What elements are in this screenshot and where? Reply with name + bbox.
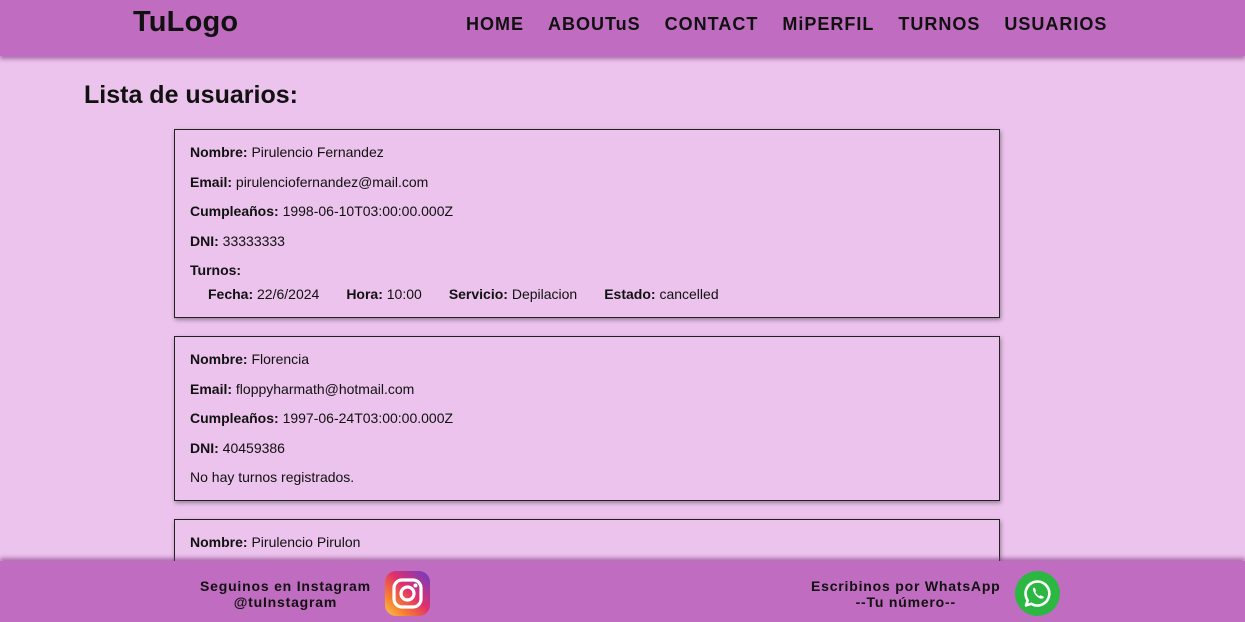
email-label: Email: [190, 380, 233, 397]
servicio-label: Servicio: [448, 286, 508, 302]
instagram-text: Seguinos en Instagram @tuInstagram [200, 578, 371, 610]
instagram-handle[interactable]: @tuInstagram [200, 594, 371, 610]
whatsapp-number[interactable]: --Tu número-- [811, 594, 1001, 610]
site-header: TuLogo HOME ABOUTuS CONTACT MiPERFIL TUR… [0, 0, 1245, 56]
turno-row: Fecha: 22/6/2024 Hora: 10:00 Servicio: D… [190, 286, 984, 303]
email-value: pirulenciofernandez@mail.com [235, 173, 429, 190]
hora-label: Hora: [346, 286, 383, 302]
nombre-label: Nombre: [190, 534, 248, 550]
main-nav: HOME ABOUTuS CONTACT MiPERFIL TURNOS USU… [466, 14, 1107, 35]
turno-hora: Hora: 10:00 [346, 286, 422, 303]
nav-miperfil[interactable]: MiPERFIL [782, 14, 874, 35]
site-logo[interactable]: TuLogo [133, 6, 238, 39]
turno-estado: Estado: cancelled [604, 286, 718, 303]
user-email: Email: pirulenciofernandez@mail.com [190, 174, 984, 191]
user-card: Nombre: Florencia Email: floppyharmath@h… [174, 336, 1000, 501]
estado-label: Estado: [604, 286, 656, 302]
whatsapp-text: Escribinos por WhatsApp --Tu número-- [811, 578, 1001, 610]
dni-label: DNI: [190, 439, 219, 456]
user-list: Nombre: Pirulencio Fernandez Email: piru… [174, 129, 1000, 614]
user-dni: DNI: 33333333 [190, 233, 984, 250]
site-footer: Seguinos en Instagram @tuInstagram Escri… [0, 561, 1245, 622]
user-nombre: Nombre: Pirulencio Pirulon [190, 534, 984, 551]
whatsapp-glyph [1024, 580, 1051, 607]
instagram-caption: Seguinos en Instagram [200, 578, 371, 594]
cumple-value: 1998-06-10T03:00:00.000Z [282, 203, 454, 219]
nombre-value: Florencia [251, 351, 310, 367]
instagram-glyph [392, 578, 423, 609]
fecha-label: Fecha: [208, 286, 254, 302]
nav-home[interactable]: HOME [466, 14, 524, 35]
instagram-icon[interactable] [385, 571, 430, 616]
nav-contact[interactable]: CONTACT [665, 14, 759, 35]
user-email: Email: floppyharmath@hotmail.com [190, 381, 984, 398]
cumple-label: Cumpleaños: [190, 410, 279, 426]
nombre-value: Pirulencio Pirulon [251, 534, 361, 550]
user-cumple: Cumpleaños: 1998-06-10T03:00:00.000Z [190, 203, 984, 220]
user-cumple: Cumpleaños: 1997-06-24T03:00:00.000Z [190, 410, 984, 427]
nombre-value: Pirulencio Fernandez [251, 144, 384, 160]
dni-value: 33333333 [222, 232, 285, 249]
email-label: Email: [190, 173, 233, 190]
no-turnos-text: No hay turnos registrados. [190, 469, 355, 485]
estado-value: cancelled [659, 286, 719, 302]
turno-servicio: Servicio: Depilacion [449, 286, 577, 303]
page-title: Lista de usuarios: [84, 81, 298, 109]
turnos-label: Turnos: [190, 262, 242, 278]
hora-value: 10:00 [386, 286, 422, 302]
whatsapp-caption: Escribinos por WhatsApp [811, 578, 1001, 594]
whatsapp-icon[interactable] [1015, 571, 1060, 616]
nombre-label: Nombre: [190, 351, 248, 367]
nombre-label: Nombre: [190, 144, 248, 160]
cumple-value: 1997-06-24T03:00:00.000Z [282, 410, 454, 426]
dni-label: DNI: [190, 232, 219, 249]
servicio-value: Depilacion [511, 286, 578, 302]
user-dni: DNI: 40459386 [190, 440, 984, 457]
turno-fecha: Fecha: 22/6/2024 [208, 286, 319, 303]
fecha-value: 22/6/2024 [257, 286, 320, 302]
nav-about[interactable]: ABOUTuS [548, 14, 641, 35]
user-nombre: Nombre: Florencia [190, 351, 984, 368]
dni-value: 40459386 [222, 439, 285, 456]
user-card: Nombre: Pirulencio Fernandez Email: piru… [174, 129, 1000, 318]
email-value: floppyharmath@hotmail.com [235, 380, 415, 397]
nav-usuarios[interactable]: USUARIOS [1004, 14, 1107, 35]
cumple-label: Cumpleaños: [190, 203, 279, 219]
nav-turnos[interactable]: TURNOS [898, 14, 980, 35]
user-nombre: Nombre: Pirulencio Fernandez [190, 144, 984, 161]
